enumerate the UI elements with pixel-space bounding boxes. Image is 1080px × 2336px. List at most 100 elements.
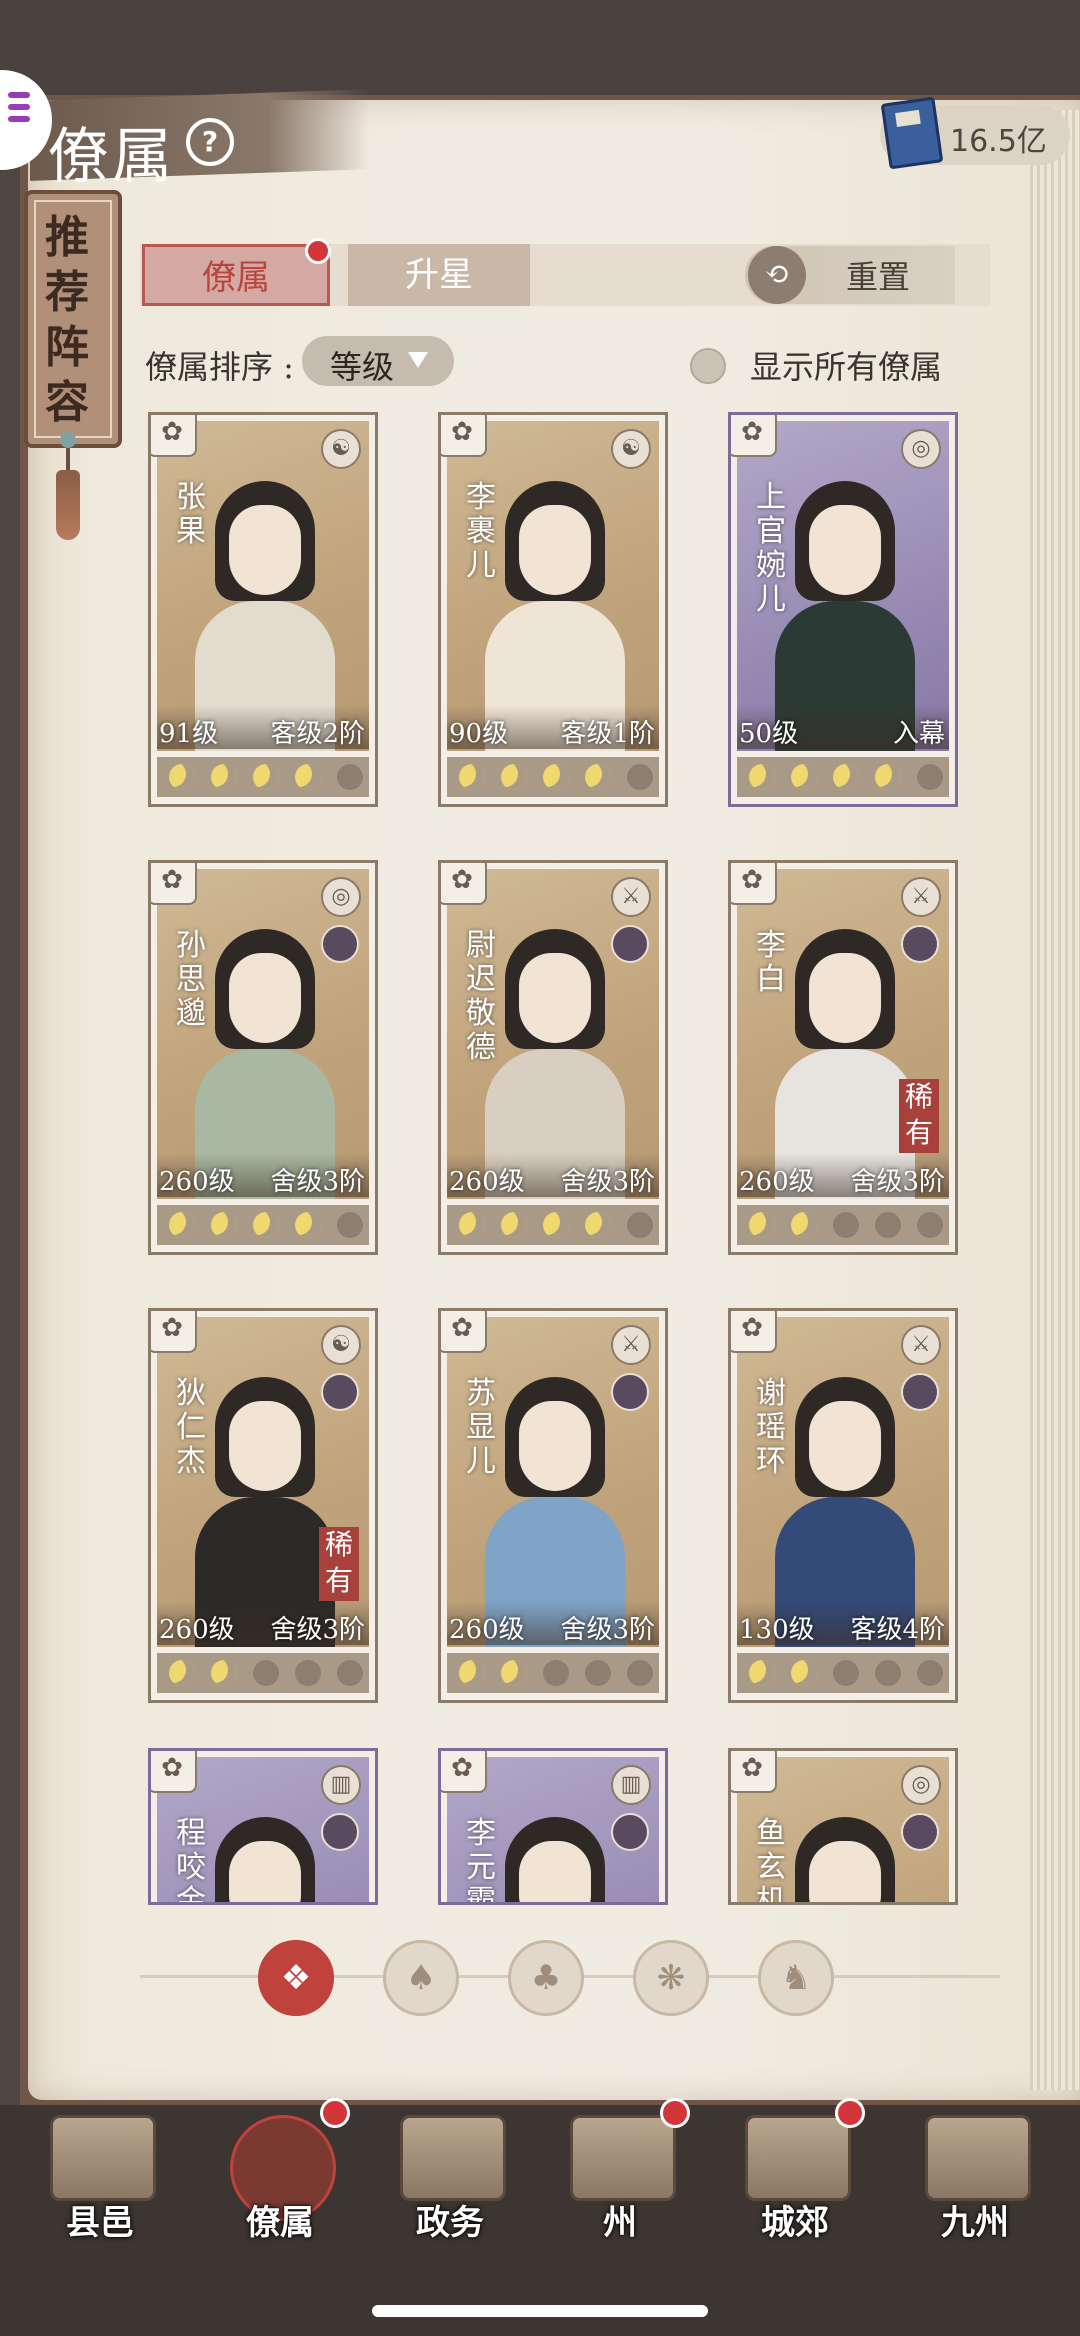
nav-building-icon: [925, 2115, 1031, 2201]
empty-star-icon: [627, 1660, 653, 1686]
retainer-portrait: 孙思邈 ◎: [157, 869, 369, 1199]
faction-icon: ✿: [151, 863, 197, 905]
retainer-level: 260级: [159, 1167, 235, 1197]
retainer-name: 谢瑶环: [756, 1376, 786, 1479]
status-bar: [0, 0, 1080, 95]
nav-item[interactable]: 九州: [905, 2115, 1045, 2243]
nav-item[interactable]: 州: [550, 2115, 690, 2243]
moon-star-icon: [501, 1212, 527, 1238]
retainer-level: 260级: [739, 1167, 815, 1197]
retainer-name: 李白: [756, 928, 786, 997]
tab-retainers[interactable]: 僚属: [142, 244, 330, 306]
partner-avatar: [901, 925, 939, 963]
home-indicator: [372, 2305, 708, 2317]
faction-icon: ✿: [441, 1311, 487, 1353]
retainer-card[interactable]: 孙思邈 ◎ 260级 舍级3阶 ✿: [148, 860, 378, 1255]
retainer-rank: 入幕: [892, 719, 945, 749]
moon-star-icon: [459, 1660, 485, 1686]
partner-avatar: [321, 925, 359, 963]
faction-icon: ✿: [731, 1311, 777, 1353]
moon-star-icon: [459, 764, 485, 790]
star-row: [737, 1653, 949, 1693]
faction-icon: ✿: [151, 415, 197, 457]
retainer-name: 苏显儿: [466, 1376, 496, 1479]
star-row: [737, 757, 949, 797]
retainer-level: 130级: [739, 1615, 815, 1645]
partner-avatar: [901, 1813, 939, 1851]
moon-star-icon: [501, 764, 527, 790]
currency-value: 16.5亿: [950, 124, 1047, 159]
nav-item[interactable]: 县邑: [30, 2115, 170, 2243]
type-icon: ◎: [321, 877, 361, 917]
fan-filter-icon[interactable]: ❋: [633, 1940, 709, 2016]
retainer-card[interactable]: 尉迟敬德 ⚔ 260级 舍级3阶 ✿: [438, 860, 668, 1255]
retainer-level: 260级: [449, 1615, 525, 1645]
recommend-lineup-label: 推荐阵容: [45, 212, 89, 428]
tab-star-up[interactable]: 升星: [348, 244, 530, 306]
empty-star-icon: [917, 1660, 943, 1686]
nav-building-icon: [50, 2115, 156, 2201]
faction-icon: ✿: [441, 863, 487, 905]
nav-item[interactable]: 城郊: [725, 2115, 865, 2243]
star-row: [157, 1653, 369, 1693]
nav-label: 九州: [941, 2203, 1009, 2243]
type-icon: ☯: [611, 429, 651, 469]
star-row: [447, 1205, 659, 1245]
retainer-rank: 舍级3阶: [560, 1167, 655, 1197]
retainer-name: 李元霸: [466, 1816, 496, 1905]
type-icon: ☯: [321, 1325, 361, 1365]
book-page-edge: [1030, 110, 1080, 2090]
retainer-card[interactable]: 程咬金 ▥ ✿: [148, 1748, 378, 1905]
empty-star-icon: [875, 1660, 901, 1686]
retainer-portrait: 狄仁杰 ☯ 稀有: [157, 1317, 369, 1647]
retainer-card[interactable]: 谢瑶环 ⚔ 130级 客级4阶 ✿: [728, 1308, 958, 1703]
empty-star-icon: [337, 1660, 363, 1686]
nav-building-icon: [745, 2115, 851, 2201]
retainer-level: 260级: [159, 1615, 235, 1645]
retainer-rank: 客级1阶: [560, 719, 655, 749]
type-icon: ◎: [901, 429, 941, 469]
retainer-card[interactable]: 上官婉儿 ◎ 50级 入幕 ✿: [728, 412, 958, 807]
empty-star-icon: [627, 1212, 653, 1238]
moon-star-icon: [295, 1212, 321, 1238]
rare-badge: 稀有: [899, 1079, 939, 1153]
type-icon: ⚔: [901, 1325, 941, 1365]
retainer-name: 李裹儿: [466, 480, 496, 583]
faction-icon: ✿: [731, 863, 777, 905]
show-all-checkbox[interactable]: [690, 348, 726, 384]
nav-notification-dot: [660, 2098, 690, 2128]
rare-badge: 稀有: [319, 1527, 359, 1601]
retainer-name: 程咬金: [176, 1816, 206, 1905]
horse-filter-icon[interactable]: ♞: [758, 1940, 834, 2016]
bell-filter-icon[interactable]: ♠: [383, 1940, 459, 2016]
all-filter-icon[interactable]: ❖: [258, 1940, 334, 2016]
retainer-card[interactable]: 李元霸 ▥ ✿: [438, 1748, 668, 1905]
tab-notification-dot: [305, 238, 331, 264]
dropdown-arrow-icon: [408, 352, 428, 368]
moon-star-icon: [875, 764, 901, 790]
nav-label: 州: [603, 2203, 637, 2243]
retainer-card[interactable]: 李裹儿 ☯ 90级 客级1阶 ✿: [438, 412, 668, 807]
nav-item[interactable]: 僚属: [210, 2115, 350, 2243]
faction-icon: ✿: [731, 1751, 777, 1793]
moon-star-icon: [169, 764, 195, 790]
nav-item[interactable]: 政务: [380, 2115, 520, 2243]
retainer-name: 鱼玄机: [756, 1816, 786, 1905]
empty-star-icon: [337, 1212, 363, 1238]
retainer-rank: 客级4阶: [850, 1615, 945, 1645]
help-icon[interactable]: ?: [186, 118, 234, 166]
empty-star-icon: [627, 764, 653, 790]
sort-label: 僚属排序 :: [145, 348, 294, 386]
retainer-card[interactable]: 苏显儿 ⚔ 260级 舍级3阶 ✿: [438, 1308, 668, 1703]
show-all-label[interactable]: 显示所有僚属: [750, 342, 942, 388]
retainer-card[interactable]: 狄仁杰 ☯ 稀有 260级 舍级3阶 ✿: [148, 1308, 378, 1703]
empty-star-icon: [875, 1212, 901, 1238]
cat-filter-icon[interactable]: ♣: [508, 1940, 584, 2016]
retainer-card[interactable]: 张果 ☯ 91级 客级2阶 ✿: [148, 412, 378, 807]
faction-icon: ✿: [151, 1311, 197, 1353]
retainer-card[interactable]: 鱼玄机 ◎ ✿: [728, 1748, 958, 1905]
retainer-level: 90级: [449, 719, 509, 749]
retainer-card[interactable]: 李白 ⚔ 稀有 260级 舍级3阶 ✿: [728, 860, 958, 1255]
page-title: 僚属: [48, 122, 176, 192]
banner-tassel: [56, 470, 80, 540]
